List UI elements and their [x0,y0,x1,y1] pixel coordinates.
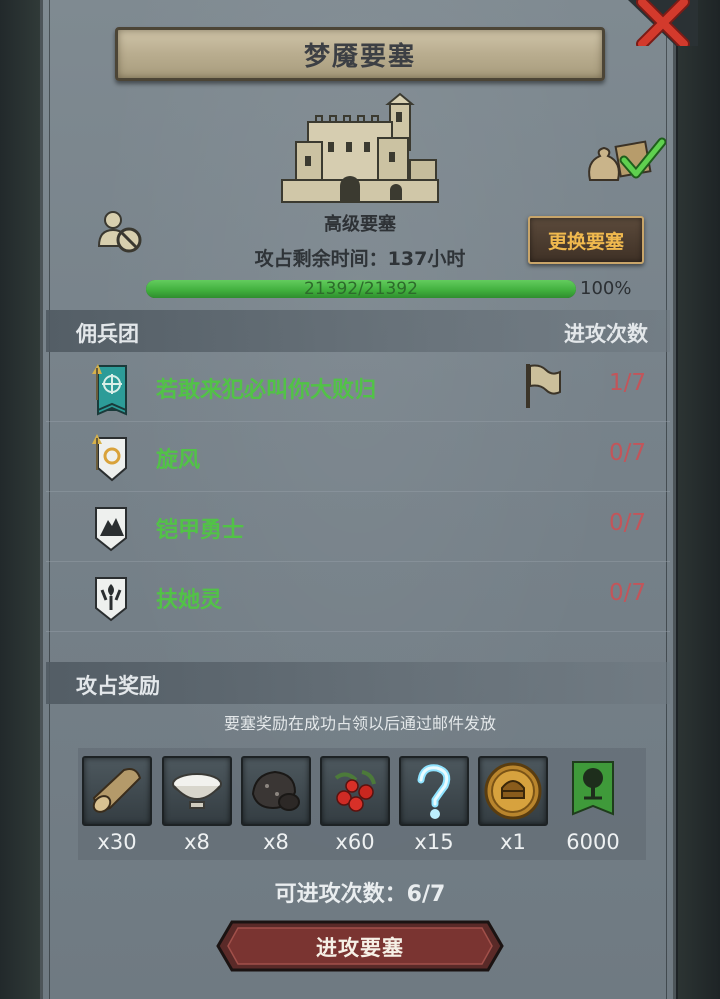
wood-log-icon [92,768,142,813]
tree-banner-icon [572,761,614,816]
attack-count: 1/7 [608,370,646,396]
flag-icon [526,364,561,408]
reward-qty: x15 [414,830,454,854]
attack-count-header: 进攻次数 [564,322,648,346]
background-right-strip [678,0,720,999]
reward-slot[interactable] [478,756,548,826]
white-shield-mountain-icon [95,507,127,552]
background-left-strip [0,0,40,999]
user-blocked-icon[interactable] [96,208,144,254]
attack-count: 0/7 [608,580,646,606]
reward-qty: x1 [500,830,526,854]
attacks-remaining: 可进攻次数：6/7 [274,882,446,907]
mercenary-name: 铠甲勇士 [156,518,245,543]
mercenary-row[interactable]: 旋风 0/7 [46,424,670,492]
mercenary-name: 扶她灵 [156,588,223,613]
white-shield-torch-icon [95,577,127,622]
supply-check-icon[interactable] [584,130,666,186]
attack-count: 0/7 [608,510,646,536]
mercenary-row[interactable]: 扶她灵 0/7 [46,564,670,632]
mercenary-section-header: 佣兵团 进攻次数 [46,310,670,352]
ore-stone-icon [251,770,300,811]
milk-bowl-icon [172,773,222,809]
reward-slot[interactable] [399,756,469,826]
castle-icon [281,92,439,203]
fortress-grade: 高级要塞 [324,214,396,235]
mercenary-row[interactable]: 铠甲勇士 0/7 [46,494,670,562]
reward-qty: x8 [184,830,210,854]
reward-section-header: 攻占奖励 [46,662,670,704]
mercenary-row[interactable]: 若敢来犯必叫你大败归 1/7 [46,354,670,422]
page-title: 梦魇要塞 [303,41,416,72]
reward-items: x30 x8 x8 x60 x15 x1 6000 [78,748,646,860]
reward-slot[interactable] [320,756,390,826]
reward-section-title: 攻占奖励 [76,674,160,698]
knight-helmet-coin-icon [484,762,542,820]
fortress-hp-percent: 100% [580,278,632,299]
reward-slot[interactable] [162,756,232,826]
mystery-question-icon [417,764,451,819]
reward-note: 要塞奖励在成功占领以后通过邮件发放 [223,714,496,733]
change-fortress-button[interactable]: 更换要塞 [528,216,644,264]
fortress-hp-text: 21392/21392 [304,279,418,299]
capture-time-remaining: 攻占剩余时间：137小时 [254,248,466,270]
reward-qty: 6000 [566,830,620,854]
reward-qty: x60 [335,830,375,854]
close-icon[interactable] [628,0,698,46]
reward-qty: x30 [97,830,137,854]
reward-slot[interactable] [82,756,152,826]
mercenary-name: 若敢来犯必叫你大败归 [156,378,377,403]
attack-count: 0/7 [608,440,646,466]
teal-banner-icon [92,364,127,416]
attack-fortress-label: 进攻要塞 [316,936,404,960]
title-banner: 梦魇要塞 [115,27,605,81]
white-shield-sun-icon [92,434,127,482]
mercenary-name: 旋风 [156,448,201,473]
berries-icon [334,770,376,812]
mercenary-section-title: 佣兵团 [76,322,139,346]
reward-qty: x8 [263,830,289,854]
reward-slot[interactable] [241,756,311,826]
reward-slot[interactable] [558,756,628,826]
